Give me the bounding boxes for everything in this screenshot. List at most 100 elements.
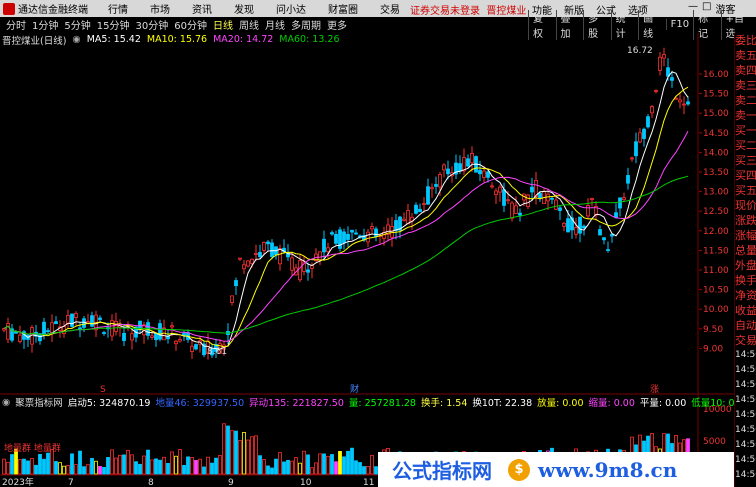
- volume-bar: [22, 458, 26, 475]
- side-panel-item[interactable]: 14:50: [735, 468, 756, 483]
- side-panel-item[interactable]: 买二: [735, 138, 756, 153]
- date-label: 11: [363, 478, 374, 487]
- side-panel-item[interactable]: 买五: [735, 183, 756, 198]
- volume-bar: [6, 461, 10, 475]
- volume-bar: [202, 466, 206, 475]
- candle-body: [514, 205, 518, 214]
- candle-body: [42, 321, 46, 335]
- side-panel-item[interactable]: 换手: [735, 273, 756, 288]
- side-panel-item[interactable]: 涨幅: [735, 228, 756, 243]
- candle-body: [18, 334, 22, 342]
- candle-body: [242, 264, 246, 270]
- marker-finance[interactable]: 财: [350, 383, 359, 395]
- candle-body: [130, 333, 134, 341]
- candle-body: [426, 186, 430, 205]
- candle-body: [418, 208, 422, 213]
- side-panel-item[interactable]: 自动: [735, 318, 756, 333]
- side-panel-item[interactable]: 收益: [735, 303, 756, 318]
- side-panel-item[interactable]: 卖三: [735, 78, 756, 93]
- ma10-line: [3, 86, 689, 348]
- indicator-settings-icon[interactable]: ◉: [2, 397, 10, 408]
- candle-body: [490, 185, 494, 188]
- side-panel-item[interactable]: 涨跌: [735, 213, 756, 228]
- candle-body: [290, 257, 294, 271]
- side-panel-item[interactable]: 现价: [735, 198, 756, 213]
- candle-body: [506, 199, 510, 202]
- side-panel-item[interactable]: 净资: [735, 288, 756, 303]
- ma20-line: [3, 131, 689, 342]
- candle-body: [318, 251, 322, 261]
- indicator-name[interactable]: 聚票指标网: [15, 396, 63, 408]
- candle-body: [354, 232, 358, 235]
- coin-icon: $: [508, 458, 530, 481]
- price-tick-label: 16.00: [703, 70, 729, 80]
- candle-body: [346, 233, 350, 240]
- side-panel-item[interactable]: 买四: [735, 168, 756, 183]
- side-panel-item[interactable]: 14:50: [735, 423, 756, 438]
- candle-body: [170, 325, 174, 328]
- side-panel-item[interactable]: 14:50: [735, 363, 756, 378]
- side-panel-item[interactable]: 14:50: [735, 438, 756, 453]
- side-panel-item[interactable]: 14:50: [735, 348, 756, 363]
- volume-bar: [258, 455, 262, 475]
- candle-body: [578, 216, 582, 234]
- side-panel-item[interactable]: 14:50: [735, 453, 756, 468]
- candle-body: [182, 333, 186, 336]
- side-panel-item[interactable]: 总量: [735, 243, 756, 258]
- volume-bar: [366, 466, 370, 475]
- candle-body: [270, 242, 274, 257]
- candle-body: [658, 56, 662, 71]
- candle-body: [98, 317, 102, 320]
- candle-body: [374, 228, 378, 237]
- candle-body: [530, 186, 534, 193]
- side-panel-item[interactable]: 交易: [735, 333, 756, 348]
- side-panel-item[interactable]: 卖五: [735, 48, 756, 63]
- candle-body: [262, 242, 266, 251]
- side-panel-item[interactable]: 买三: [735, 153, 756, 168]
- candle-body: [326, 247, 330, 253]
- side-panel-item[interactable]: 卖二: [735, 93, 756, 108]
- side-panel-item[interactable]: 卖一: [735, 108, 756, 123]
- kline-chart[interactable]: 16.00 15.50 15.00 14.50 14.00 13.50 13.00 12.50…: [0, 0, 734, 487]
- marker-rise[interactable]: 涨: [650, 384, 659, 395]
- quote-side-panel: 委比 卖五 卖四 卖三 卖二 卖一 买一 买二 买三 买四 买五 现价 涨跌 涨幅 总量 外盘 换手 净资 收益 自动…: [734, 33, 756, 487]
- candle-body: [518, 212, 522, 216]
- candle-body: [446, 168, 450, 175]
- side-panel-item[interactable]: 14:50: [735, 378, 756, 393]
- indicator-bar: ◉ 聚票指标网 启动5: 324870.19 地量46: 329937.50 异动1…: [0, 396, 734, 409]
- date-label: 7: [68, 478, 74, 487]
- candle-body: [586, 205, 590, 217]
- candle-body: [602, 237, 606, 241]
- candle-body: [438, 174, 442, 188]
- candle-body: [670, 77, 674, 81]
- side-panel-item[interactable]: 卖四: [735, 63, 756, 78]
- candle-body: [646, 116, 650, 128]
- candle-body: [550, 197, 554, 200]
- volume-bar: [46, 452, 50, 475]
- volume-bar: [166, 463, 170, 475]
- side-panel-item[interactable]: 买一: [735, 123, 756, 138]
- candle-body: [458, 163, 462, 172]
- candle-body: [158, 323, 162, 340]
- candle-body: [654, 90, 658, 92]
- candle-body: [638, 132, 642, 143]
- side-panel-item[interactable]: 委比: [735, 33, 756, 48]
- candle-body: [406, 210, 410, 225]
- volume-bar: [214, 457, 218, 475]
- side-panel-item[interactable]: 14:50: [735, 393, 756, 408]
- volume-bar: [62, 465, 66, 475]
- candle-body: [154, 333, 158, 341]
- side-panel-item[interactable]: 14:50: [735, 408, 756, 423]
- candle-body: [682, 103, 686, 106]
- volume-bar: [130, 454, 134, 475]
- volume-bar: [362, 466, 366, 475]
- side-panel-item[interactable]: 外盘: [735, 258, 756, 273]
- volume-bar: [250, 436, 254, 475]
- volume-bar: [86, 464, 90, 475]
- volume-bar: [190, 457, 194, 475]
- candle-body: [150, 335, 154, 338]
- volume-bar: [338, 451, 342, 475]
- volume-bar: [310, 467, 314, 475]
- candle-body: [486, 171, 490, 178]
- candle-body: [598, 229, 602, 236]
